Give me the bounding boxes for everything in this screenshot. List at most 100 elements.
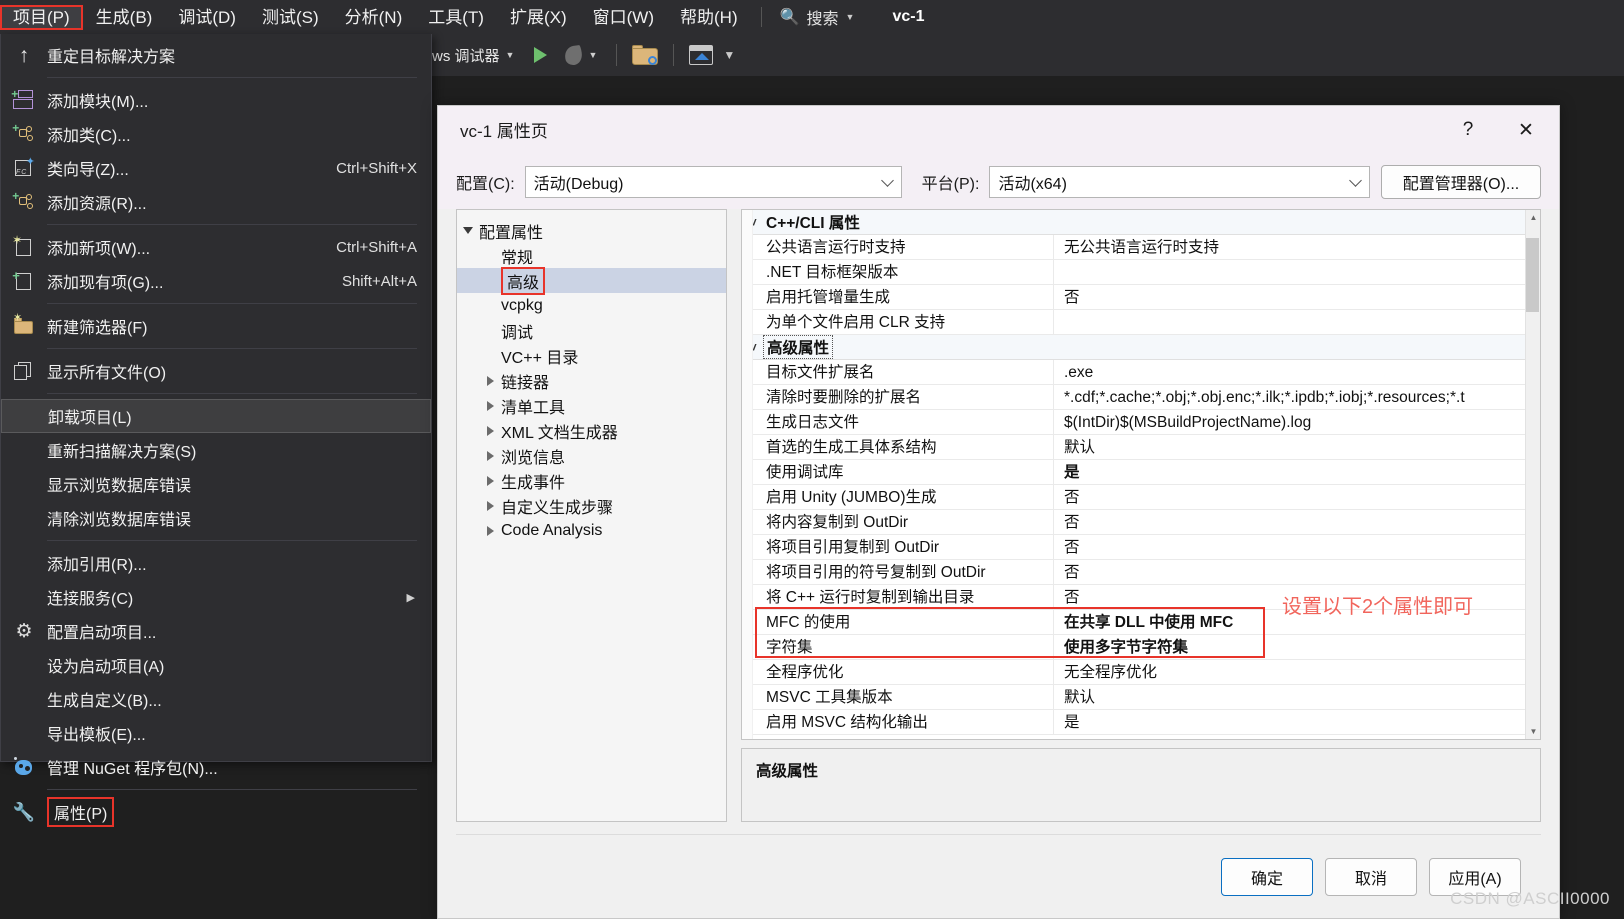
tree-item-xml-doc-generator[interactable]: XML 文档生成器 [457, 418, 726, 443]
twisty-right-icon[interactable] [479, 400, 501, 411]
menu-manage-nuget-packages[interactable]: 管理 NuGet 程序包(N)... [1, 750, 431, 784]
configuration-manager-button[interactable]: 配置管理器(O)... [1381, 164, 1541, 199]
menu-item-build[interactable]: 生成(B) [83, 5, 166, 30]
menu-set-as-startup-project[interactable]: 设为启动项目(A) [1, 648, 431, 682]
tree-item-manifest-tool[interactable]: 清单工具 [457, 393, 726, 418]
grid-row[interactable]: 启用 MSVC 结构化输出 是 [742, 709, 1540, 736]
grid-row[interactable]: 将项目引用复制到 OutDir 否 [742, 534, 1540, 561]
toolbar-overflow-icon[interactable]: ▼ [723, 48, 735, 62]
grid-prop-value[interactable] [1054, 260, 1540, 285]
grid-prop-value[interactable]: 默认 [1054, 435, 1540, 460]
grid-row[interactable]: .NET 目标框架版本 [742, 259, 1540, 286]
grid-prop-value[interactable]: 否 [1054, 285, 1540, 310]
menu-show-all-files[interactable]: 显示所有文件(O) [1, 354, 431, 388]
tree-item-advanced[interactable]: 高级 [457, 266, 726, 295]
twisty-right-icon[interactable] [479, 425, 501, 436]
tree-item-build-events[interactable]: 生成事件 [457, 468, 726, 493]
grid-row[interactable]: 清除时要删除的扩展名 *.cdf;*.cache;*.obj;*.obj.enc… [742, 384, 1540, 411]
scroll-up-icon[interactable]: ▲ [1526, 210, 1540, 225]
tree-item-general[interactable]: 常规 [457, 243, 726, 268]
solution-home-icon[interactable] [689, 45, 714, 65]
ok-button[interactable]: 确定 [1221, 857, 1313, 896]
grid-scrollbar-thumb[interactable] [1526, 238, 1539, 313]
menu-item-help[interactable]: 帮助(H) [667, 5, 751, 30]
menu-item-tools[interactable]: 工具(T) [415, 5, 497, 30]
menu-configure-startup-projects[interactable]: ⚙ 配置启动项目... [1, 614, 431, 648]
grid-prop-value[interactable]: 否 [1054, 485, 1540, 510]
grid-row[interactable]: 将项目引用的符号复制到 OutDir 否 [742, 559, 1540, 586]
menu-connected-services[interactable]: 连接服务(C) ▶ [1, 580, 431, 614]
grid-category-cppcli[interactable]: ˅ C++/CLI 属性 [742, 210, 1540, 236]
twisty-right-icon[interactable] [479, 500, 501, 511]
debug-target-label[interactable]: ws 调试器 [432, 45, 500, 66]
grid-prop-value[interactable]: 使用多字节字符集 [1054, 635, 1540, 660]
grid-row[interactable]: 全程序优化 无全程序优化 [742, 659, 1540, 686]
menu-item-extensions[interactable]: 扩展(X) [497, 5, 580, 30]
menu-export-template[interactable]: 导出模板(E)... [1, 716, 431, 750]
grid-prop-value[interactable]: 无全程序优化 [1054, 660, 1540, 685]
menu-item-project[interactable]: 项目(P) [0, 4, 83, 30]
grid-row[interactable]: 公共语言运行时支持 无公共语言运行时支持 [742, 234, 1540, 261]
grid-prop-value[interactable] [1054, 310, 1540, 335]
apply-button[interactable]: 应用(A) [1429, 857, 1521, 896]
chevron-down-icon[interactable]: ▼ [506, 50, 515, 60]
tree-item-linker[interactable]: 链接器 [457, 368, 726, 393]
grid-scrollbar[interactable]: ▲ ▼ [1525, 210, 1540, 740]
cancel-button[interactable]: 取消 [1325, 857, 1417, 896]
tree-item-vcpp-directories[interactable]: VC++ 目录 [457, 343, 726, 368]
grid-prop-value[interactable]: 否 [1054, 535, 1540, 560]
grid-row[interactable]: 启用托管增量生成 否 [742, 284, 1540, 311]
tree-item-code-analysis[interactable]: Code Analysis [457, 518, 726, 543]
menu-add-existing-item[interactable]: + 添加现有项(G)... Shift+Alt+A [1, 264, 431, 298]
menu-class-wizard[interactable]: FC ✦ 类向导(Z)... Ctrl+Shift+X [1, 151, 431, 185]
grid-row[interactable]: 使用调试库 是 [742, 459, 1540, 486]
grid-prop-value[interactable]: 是 [1054, 460, 1540, 485]
twisty-down-icon[interactable] [457, 227, 479, 235]
grid-row[interactable]: MSVC 工具集版本 默认 [742, 684, 1540, 711]
menu-add-new-item[interactable]: ✶ 添加新项(W)... Ctrl+Shift+A [1, 230, 431, 264]
grid-prop-value[interactable]: 否 [1054, 510, 1540, 535]
hot-reload-chevron-icon[interactable]: ▼ [588, 50, 597, 60]
menu-clear-browse-db-errors[interactable]: 清除浏览数据库错误 [1, 501, 431, 535]
grid-prop-value[interactable]: $(IntDir)$(MSBuildProjectName).log [1054, 410, 1540, 435]
menu-new-filter[interactable]: ✶ 新建筛选器(F) [1, 309, 431, 343]
menu-build-customizations[interactable]: 生成自定义(B)... [1, 682, 431, 716]
scroll-down-icon[interactable]: ▼ [1526, 724, 1540, 739]
menu-add-reference[interactable]: 添加引用(R)... [1, 546, 431, 580]
search-box[interactable]: 🔍 搜索 ▼ [772, 3, 863, 31]
grid-row[interactable]: 生成日志文件 $(IntDir)$(MSBuildProjectName).lo… [742, 409, 1540, 436]
menu-unload-project[interactable]: 卸载项目(L) [1, 399, 431, 433]
grid-prop-value[interactable]: .exe [1054, 360, 1540, 385]
grid-prop-value[interactable]: 默认 [1054, 685, 1540, 710]
tree-item-debugging[interactable]: 调试 [457, 318, 726, 343]
grid-prop-value[interactable]: 无公共语言运行时支持 [1054, 235, 1540, 260]
twisty-right-icon[interactable] [479, 475, 501, 486]
platform-select[interactable]: 活动(x64) [989, 165, 1371, 198]
tree-item-configuration-properties[interactable]: 配置属性 [457, 218, 726, 243]
menu-item-window[interactable]: 窗口(W) [580, 5, 667, 30]
tree-item-vcpkg[interactable]: vcpkg [457, 293, 726, 318]
grid-row[interactable]: 将内容复制到 OutDir 否 [742, 509, 1540, 536]
menu-add-resource[interactable]: + 添加资源(R)... [1, 185, 431, 219]
tree-item-custom-build-step[interactable]: 自定义生成步骤 [457, 493, 726, 518]
grid-row[interactable]: 启用 Unity (JUMBO)生成 否 [742, 484, 1540, 511]
search-folder-icon[interactable] [632, 45, 659, 65]
twisty-right-icon[interactable] [479, 450, 501, 461]
menu-show-browse-db-errors[interactable]: 显示浏览数据库错误 [1, 467, 431, 501]
menu-item-debug[interactable]: 调试(D) [165, 5, 249, 30]
menu-rescan-solution[interactable]: 重新扫描解决方案(S) [1, 433, 431, 467]
tree-item-browse-information[interactable]: 浏览信息 [457, 443, 726, 468]
twisty-right-icon[interactable] [479, 525, 501, 536]
menu-item-analyze[interactable]: 分析(N) [332, 5, 416, 30]
menu-retarget-solution[interactable]: ↑ 重定目标解决方案 [1, 38, 431, 72]
grid-category-advanced[interactable]: ˅ 高级属性 [742, 335, 1540, 361]
grid-row[interactable]: 目标文件扩展名 .exe [742, 359, 1540, 386]
twisty-right-icon[interactable] [479, 375, 501, 386]
menu-properties[interactable]: 🔧 属性(P) [1, 795, 431, 829]
grid-row[interactable]: 首选的生成工具体系结构 默认 [742, 434, 1540, 461]
grid-row[interactable]: 为单个文件启用 CLR 支持 [742, 309, 1540, 336]
configuration-select[interactable]: 活动(Debug) [524, 165, 902, 198]
close-icon[interactable]: ✕ [1503, 106, 1549, 154]
menu-add-module[interactable]: + 添加模块(M)... [1, 83, 431, 117]
grid-prop-value[interactable]: 是 [1054, 710, 1540, 735]
